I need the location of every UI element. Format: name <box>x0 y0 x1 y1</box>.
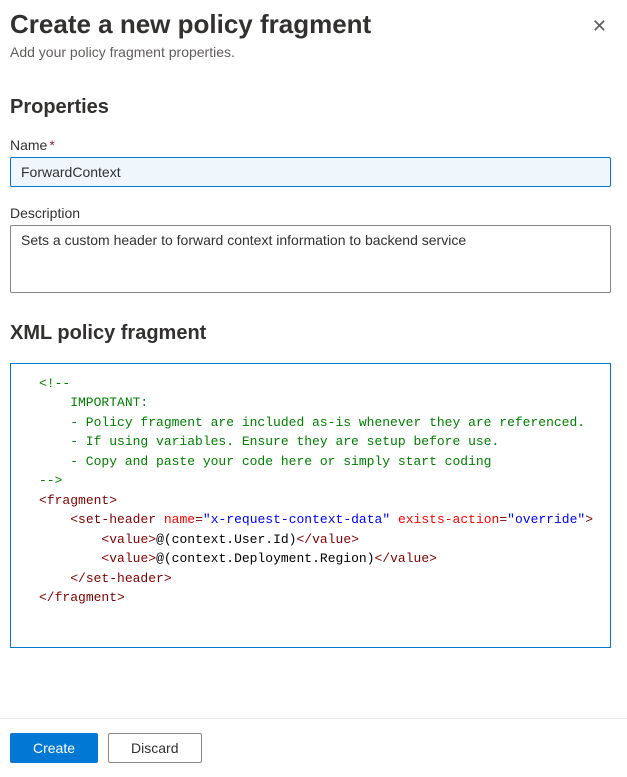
close-icon[interactable]: ✕ <box>588 12 611 41</box>
required-star: * <box>49 137 54 153</box>
code-line <box>39 608 610 628</box>
properties-heading: Properties <box>10 96 611 119</box>
create-button[interactable]: Create <box>10 733 98 763</box>
code-line: <value>@(context.User.Id)</value> <box>39 530 610 550</box>
code-line: - Copy and paste your code here or simpl… <box>39 452 610 472</box>
code-line: <!-- <box>39 374 610 394</box>
discard-button[interactable]: Discard <box>108 733 201 763</box>
code-line: </fragment> <box>39 588 610 608</box>
xml-heading: XML policy fragment <box>10 322 611 345</box>
code-line: <set-header name="x-request-context-data… <box>39 510 610 530</box>
code-line: <value>@(context.Deployment.Region)</val… <box>39 549 610 569</box>
page-subtitle: Add your policy fragment properties. <box>10 44 611 60</box>
code-line: <fragment> <box>39 491 610 511</box>
description-input[interactable]: Sets a custom header to forward context … <box>10 225 611 293</box>
name-input[interactable] <box>10 157 611 187</box>
code-line: --> <box>39 471 610 491</box>
code-line: IMPORTANT: <box>39 393 610 413</box>
xml-code-editor[interactable]: <!-- IMPORTANT: - Policy fragment are in… <box>10 363 611 648</box>
code-line: - Policy fragment are included as-is whe… <box>39 413 610 433</box>
footer: Create Discard <box>0 718 627 777</box>
code-line: - If using variables. Ensure they are se… <box>39 432 610 452</box>
description-label: Description <box>10 205 611 221</box>
name-label: Name* <box>10 137 611 153</box>
page-title: Create a new policy fragment <box>10 8 371 42</box>
code-line: </set-header> <box>39 569 610 589</box>
